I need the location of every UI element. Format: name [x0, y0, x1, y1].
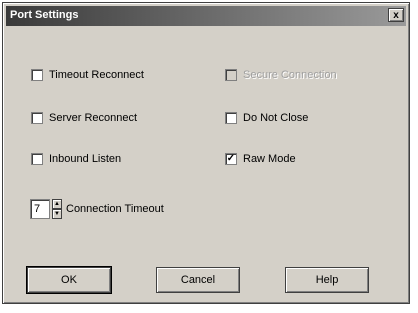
cancel-button[interactable]: Cancel [156, 267, 240, 293]
secure-connection-label: Secure Connection [243, 69, 337, 81]
checkbox-box [225, 69, 237, 81]
raw-mode-checkbox[interactable]: ✓ Raw Mode [225, 153, 296, 165]
connection-timeout-input[interactable]: 7 [30, 199, 50, 219]
checkbox-box[interactable] [225, 112, 237, 124]
spin-up-arrow-icon[interactable]: ▲ [52, 199, 62, 209]
server-reconnect-label: Server Reconnect [49, 112, 138, 124]
secure-connection-checkbox: Secure Connection [225, 69, 337, 81]
checkbox-box[interactable] [31, 69, 43, 81]
port-settings-dialog: Port Settings x Timeout Reconnect Secure… [2, 2, 410, 304]
ok-button[interactable]: OK [26, 266, 112, 294]
dialog-title: Port Settings [10, 9, 79, 21]
inbound-listen-label: Inbound Listen [49, 153, 122, 165]
checkbox-box[interactable] [31, 112, 43, 124]
connection-timeout-spinner: 7 ▲ ▼ Connection Timeout [30, 199, 164, 219]
checkmark-icon: ✓ [226, 153, 236, 164]
close-button[interactable]: x [388, 8, 404, 22]
timeout-reconnect-checkbox[interactable]: Timeout Reconnect [31, 69, 144, 81]
do-not-close-label: Do Not Close [243, 112, 309, 124]
spin-down-arrow-icon[interactable]: ▼ [52, 209, 62, 219]
title-bar[interactable]: Port Settings x [6, 6, 406, 26]
connection-timeout-label: Connection Timeout [66, 203, 164, 215]
checkbox-box[interactable] [31, 153, 43, 165]
inbound-listen-checkbox[interactable]: Inbound Listen [31, 153, 121, 165]
help-button[interactable]: Help [285, 267, 369, 293]
raw-mode-label: Raw Mode [243, 153, 296, 165]
server-reconnect-checkbox[interactable]: Server Reconnect [31, 112, 137, 124]
spin-buttons: ▲ ▼ [52, 199, 62, 219]
do-not-close-checkbox[interactable]: Do Not Close [225, 112, 308, 124]
checkbox-box[interactable]: ✓ [225, 153, 237, 165]
timeout-reconnect-label: Timeout Reconnect [49, 69, 144, 81]
